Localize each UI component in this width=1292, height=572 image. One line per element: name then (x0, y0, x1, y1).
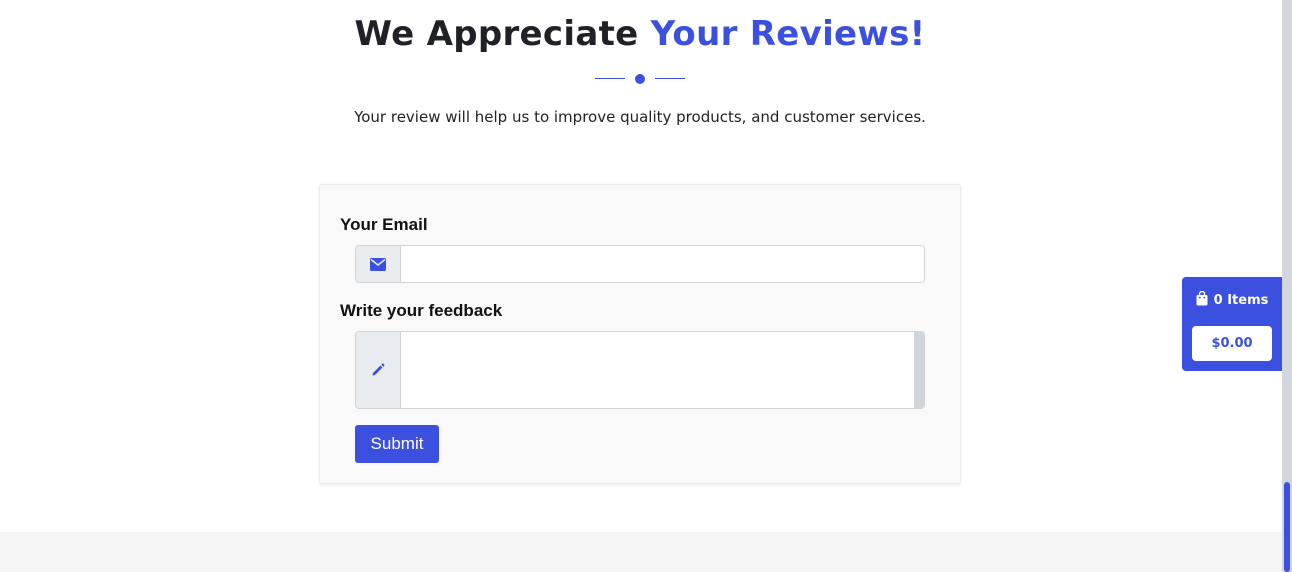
floating-cart[interactable]: 0 Items $0.00 (1182, 277, 1282, 371)
divider-line-left (595, 78, 625, 79)
footer-band (0, 532, 1282, 572)
divider-dot (635, 74, 645, 84)
page-scrollbar[interactable] (1282, 0, 1292, 572)
cart-total: $0.00 (1192, 326, 1272, 361)
feedback-input-group (355, 331, 925, 409)
divider-line-right (655, 78, 685, 79)
heading-main-text: We Appreciate (354, 14, 651, 54)
envelope-icon (356, 246, 401, 282)
email-input-group (355, 245, 925, 283)
textarea-scrollbar[interactable] (914, 332, 924, 408)
cart-items-count: 0 Items (1213, 293, 1269, 308)
feedback-label: Write your feedback (340, 301, 503, 320)
section-subtitle: Your review will help us to improve qual… (354, 108, 926, 126)
feedback-form: Your Email Write your feedback Submit (319, 184, 961, 484)
cart-items-row: 0 Items (1182, 290, 1282, 310)
page: We Appreciate Your Reviews! Your review … (0, 0, 1282, 572)
page-scrollbar-thumb[interactable] (1284, 482, 1290, 572)
section-heading: We Appreciate Your Reviews! (0, 14, 1280, 54)
pencil-icon (356, 332, 401, 408)
heading-accent-text: Your Reviews! (650, 14, 926, 54)
submit-button[interactable]: Submit (355, 425, 439, 463)
heading-divider (595, 73, 685, 85)
email-label: Your Email (340, 215, 428, 234)
feedback-textarea[interactable] (401, 332, 924, 408)
email-field[interactable] (401, 246, 924, 282)
shopping-bag-icon (1196, 290, 1208, 310)
